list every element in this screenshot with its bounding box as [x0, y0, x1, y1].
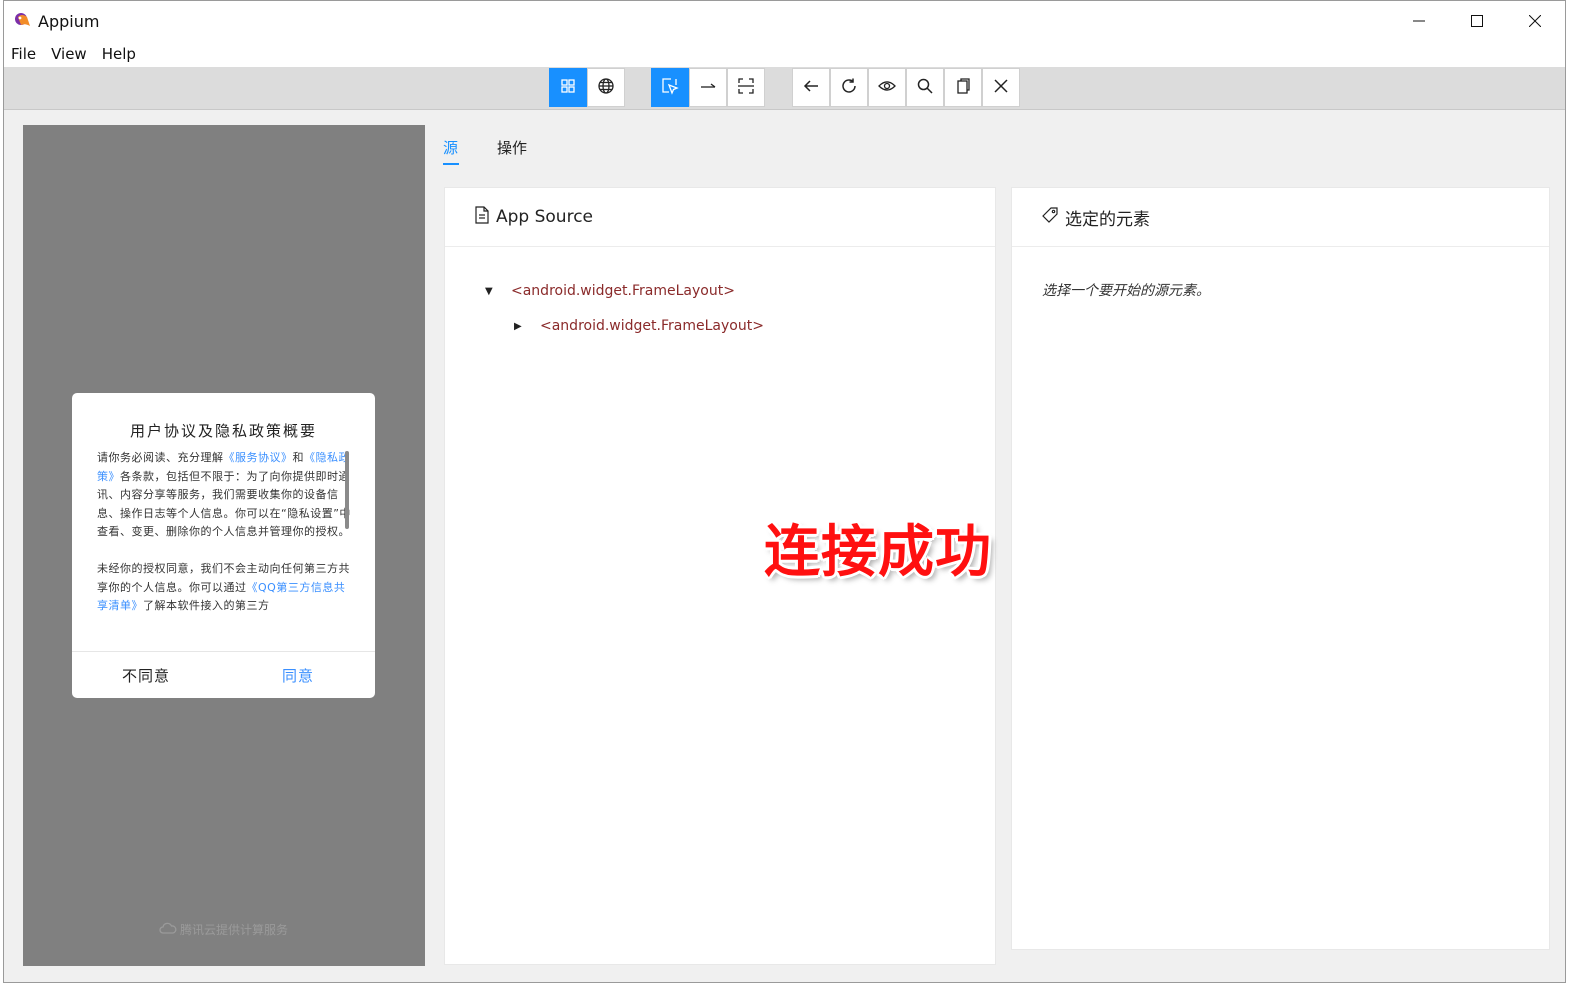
refresh-button[interactable] [830, 68, 868, 107]
dialog-divider [72, 651, 375, 652]
selected-element-title: 选定的元素 [1065, 209, 1150, 230]
menu-file[interactable]: File [11, 45, 36, 63]
minimize-icon [1413, 12, 1425, 31]
eye-icon [878, 77, 896, 99]
refresh-icon [840, 77, 858, 99]
caret-right-icon[interactable]: ▶ [514, 321, 528, 332]
dialog-text: 了解本软件接入的第三方 [143, 599, 270, 613]
inspector-toolbar [4, 67, 1565, 110]
tree-node-label[interactable]: <android.widget.FrameLayout> [540, 318, 764, 334]
cloud-footer-text: 腾讯云提供计算服务 [180, 923, 289, 937]
dialog-text: 各条款，包括但不限于：为了向你提供即时通讯、内容分享等服务，我们需要收集你的设备… [97, 469, 351, 539]
cloud-footer: 腾讯云提供计算服务 [159, 921, 288, 938]
tap-coordinates-icon [737, 77, 755, 99]
appium-logo-icon [13, 11, 33, 31]
close-icon [1528, 12, 1542, 31]
copy-xml-icon [954, 77, 972, 99]
tab-actions[interactable]: 操作 [497, 137, 527, 158]
tab-source[interactable]: 源 [443, 137, 458, 158]
select-element-icon [661, 77, 679, 99]
close-button[interactable] [1506, 1, 1564, 41]
window-title: Appium [38, 12, 100, 31]
app-source-title: App Source [496, 207, 594, 227]
quit-session-icon [993, 78, 1009, 98]
appium-window: Appium File View Help 用户协议及隐私政策概要 请你务必阅读… [3, 0, 1566, 983]
selected-element-header: 选定的元素 [1012, 188, 1549, 247]
device-screenshot[interactable]: 用户协议及隐私政策概要 请你务必阅读、充分理解《服务协议》和《隐私政策》各条款，… [23, 125, 425, 966]
web-mode-button[interactable] [587, 68, 625, 107]
tree-node[interactable]: ▶ <android.widget.FrameLayout> [514, 318, 764, 334]
dialog-body: 请你务必阅读、充分理解《服务协议》和《隐私政策》各条款，包括但不限于：为了向你提… [97, 449, 352, 634]
maximize-button[interactable] [1448, 1, 1506, 41]
title-bar: Appium [4, 1, 1565, 41]
dialog-scrollbar[interactable] [345, 451, 349, 529]
connection-success-overlay: 连接成功 [764, 520, 992, 585]
tree-node-label[interactable]: <android.widget.FrameLayout> [511, 283, 735, 299]
tap-coordinates-button[interactable] [727, 68, 765, 107]
minimize-button[interactable] [1390, 1, 1448, 41]
toggle-attribute-button[interactable] [868, 68, 906, 107]
dialog-text: 和 [292, 451, 304, 464]
native-mode-button[interactable] [549, 68, 587, 107]
cloud-icon [159, 922, 177, 937]
swipe-button[interactable] [689, 68, 727, 107]
maximize-icon [1471, 12, 1483, 31]
menu-bar: File View Help [4, 41, 1565, 67]
dialog-text: 请你务必阅读、充分理解 [97, 451, 224, 464]
active-tab-indicator [443, 163, 459, 165]
selected-element-panel: 选定的元素 选择一个要开始的源元素。 [1011, 187, 1550, 950]
menu-view[interactable]: View [51, 45, 87, 63]
copy-xml-button[interactable] [944, 68, 982, 107]
back-icon [802, 77, 820, 99]
file-icon [474, 205, 496, 229]
search-icon [916, 77, 934, 99]
app-source-header: App Source [445, 188, 995, 247]
privacy-dialog: 用户协议及隐私政策概要 请你务必阅读、充分理解《服务协议》和《隐私政策》各条款，… [72, 393, 375, 698]
selection-hint: 选择一个要开始的源元素。 [1042, 283, 1210, 299]
tree-node[interactable]: ▼ <android.widget.FrameLayout> [485, 283, 735, 299]
tag-icon [1041, 206, 1065, 229]
dialog-paragraph-1: 请你务必阅读、充分理解《服务协议》和《隐私政策》各条款，包括但不限于：为了向你提… [97, 449, 352, 542]
agree-button[interactable]: 同意 [282, 665, 314, 686]
grid-icon [560, 78, 576, 98]
service-agreement-link[interactable]: 《服务协议》 [224, 451, 293, 464]
menu-help[interactable]: Help [102, 45, 136, 63]
caret-down-icon[interactable]: ▼ [485, 286, 499, 297]
globe-icon [597, 77, 615, 99]
select-elements-button[interactable] [651, 68, 689, 107]
swipe-icon [699, 77, 717, 99]
dialog-paragraph-2: 未经你的授权同意，我们不会主动向任何第三方共享你的个人信息。你可以通过《QQ第三… [97, 560, 352, 616]
disagree-button[interactable]: 不同意 [122, 665, 170, 686]
dialog-title: 用户协议及隐私政策概要 [129, 422, 317, 440]
search-button[interactable] [906, 68, 944, 107]
back-button[interactable] [792, 68, 830, 107]
quit-session-button[interactable] [982, 68, 1020, 107]
